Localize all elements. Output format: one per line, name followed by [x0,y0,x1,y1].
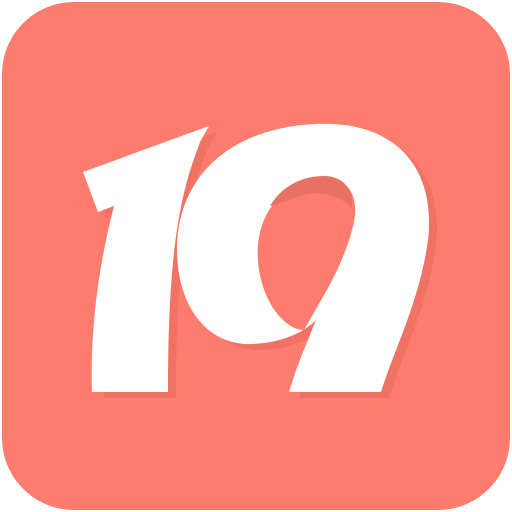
app-icon-graphic: 19 [2,2,510,510]
app-icon: 19 [0,0,512,512]
